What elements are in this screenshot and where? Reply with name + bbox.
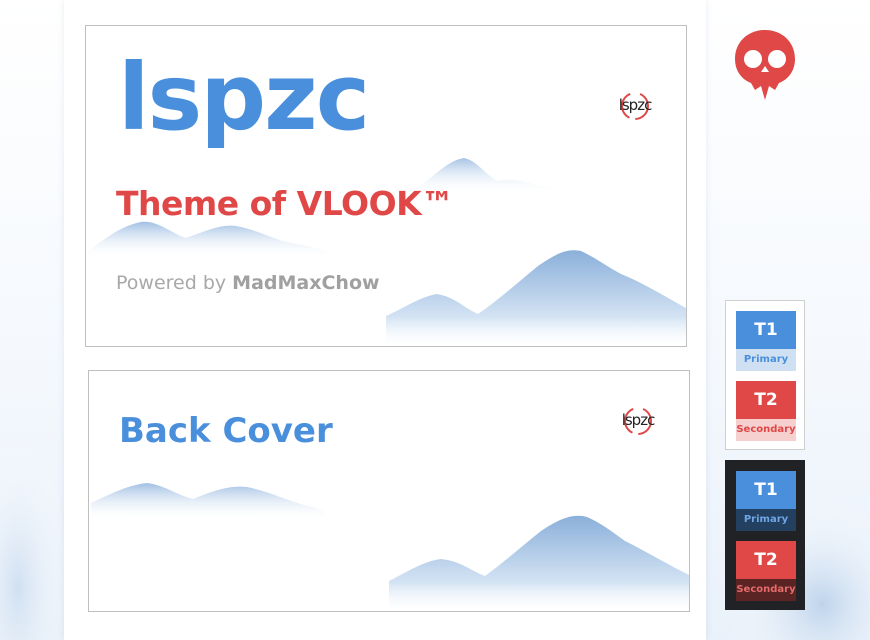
- cover-title: lspzc: [118, 44, 370, 151]
- swatch-label: T2: [736, 381, 796, 419]
- powered-by-line: Powered by MadMaxChow: [116, 272, 380, 294]
- powered-by-author: MadMaxChow: [232, 272, 380, 294]
- swatch-label: T1: [736, 471, 796, 509]
- back-cover-title: Back Cover: [119, 411, 333, 451]
- swatch-secondary: T2 Secondary: [736, 541, 796, 601]
- light-theme-swatches: T1 Primary T2 Secondary: [725, 300, 805, 450]
- lspzc-logo-icon: lspzc: [616, 91, 654, 121]
- swatch-secondary: T2 Secondary: [736, 381, 796, 441]
- powered-by-prefix: Powered by: [116, 272, 227, 294]
- logo-text: lspzc: [621, 411, 656, 429]
- swatch-sub-label: Primary: [736, 509, 796, 531]
- swatch-primary: T1 Primary: [736, 311, 796, 371]
- skull-logo-icon: [735, 30, 795, 100]
- swatch-sub-label: Secondary: [736, 419, 796, 441]
- back-cover-slide: Back Cover lspzc: [88, 370, 690, 612]
- swatch-sub-label: Primary: [736, 349, 796, 371]
- swatch-sub-label: Secondary: [736, 579, 796, 601]
- mountain-illustration: [91, 483, 689, 611]
- swatch-primary: T1 Primary: [736, 471, 796, 531]
- swatch-label: T2: [736, 541, 796, 579]
- dark-theme-swatches: T1 Primary T2 Secondary: [725, 460, 805, 610]
- cover-subtitle: Theme of VLOOK™: [116, 184, 454, 223]
- lspzc-logo-icon: lspzc: [619, 406, 657, 436]
- swatch-label: T1: [736, 311, 796, 349]
- logo-text: lspzc: [618, 96, 653, 114]
- cover-slide: lspzc Theme of VLOOK™ Powered by MadMaxC…: [85, 25, 687, 347]
